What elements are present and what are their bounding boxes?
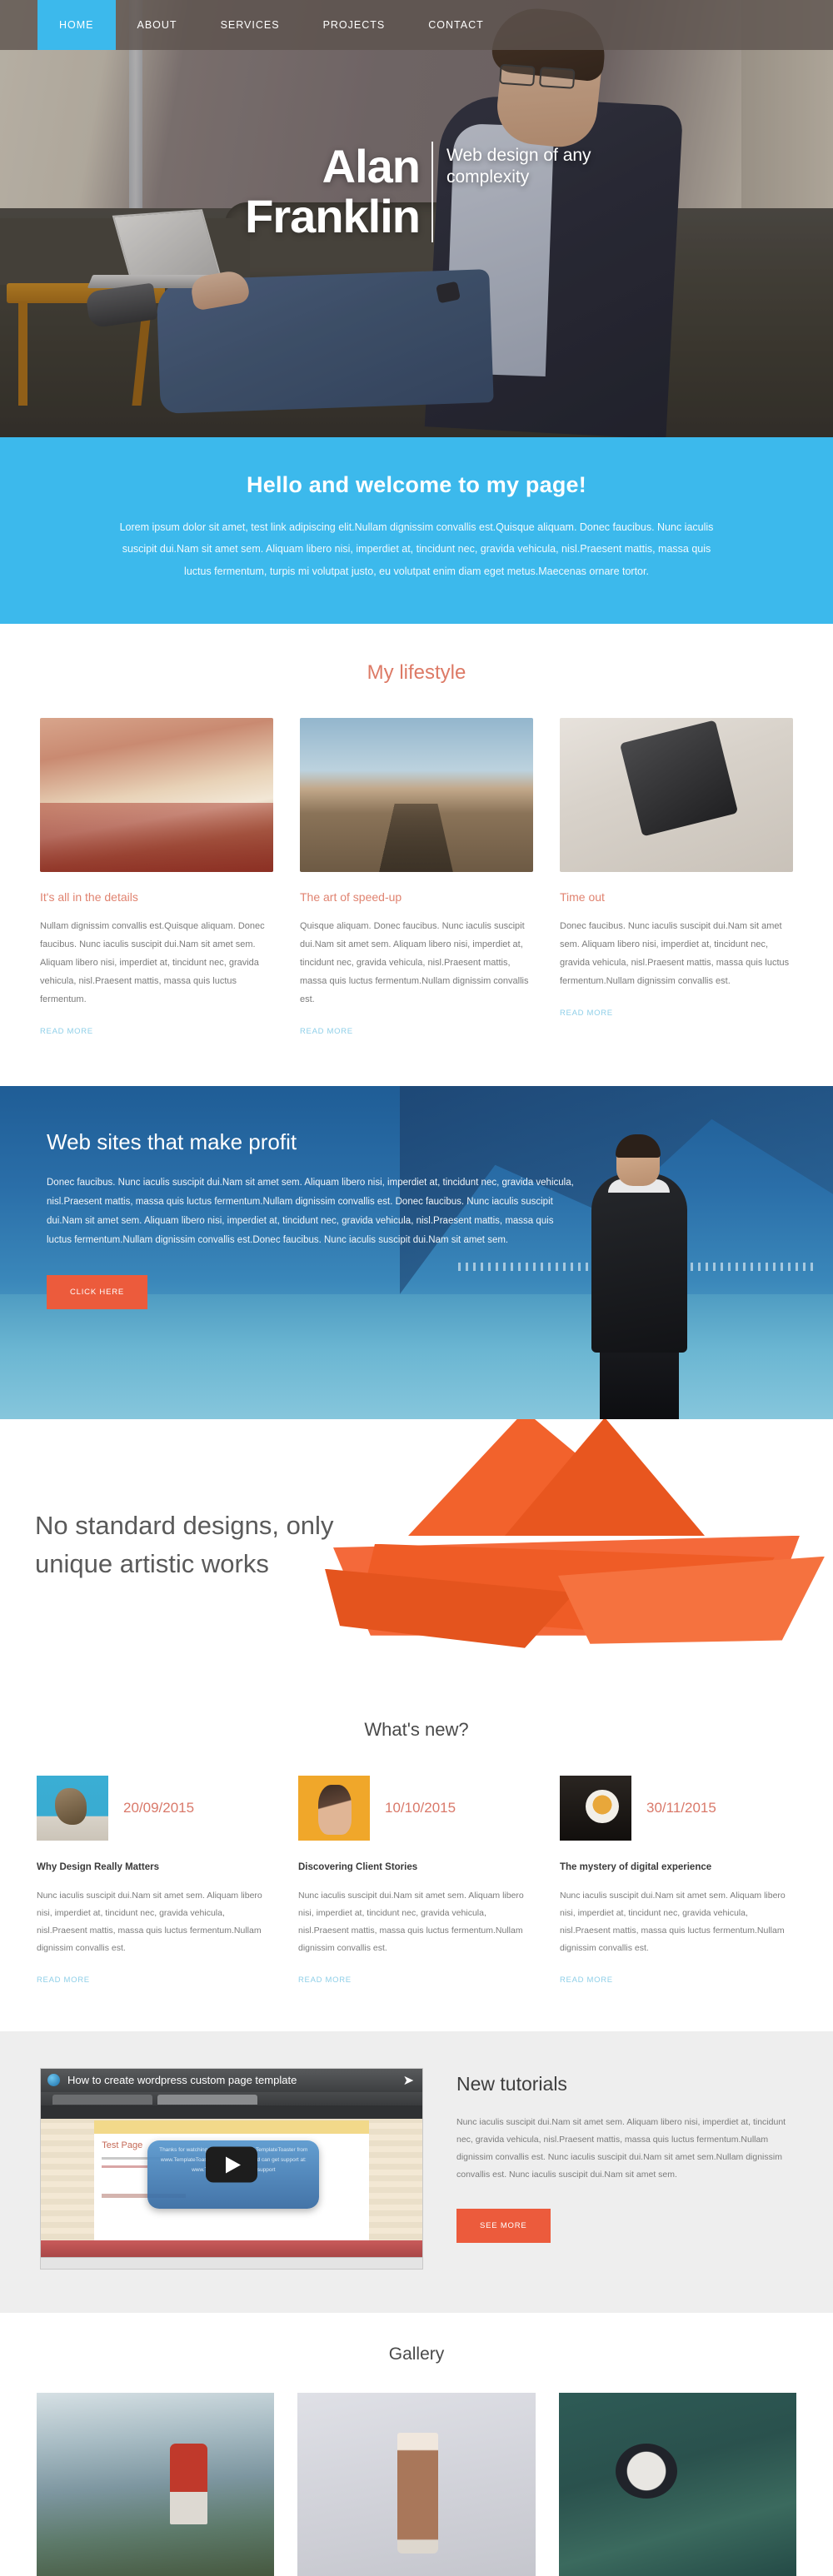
surprised-girl-image (298, 1775, 370, 1841)
news-post: 30/11/2015 The mystery of digital experi… (560, 1775, 796, 1986)
browser-globe-icon (47, 2073, 60, 2086)
welcome-heading: Hello and welcome to my page! (247, 472, 586, 497)
news-post-date: 20/09/2015 (123, 1799, 195, 1816)
browser-status-bar (41, 2256, 422, 2269)
news-post-body: Nunc iaculis suscipit dui.Nam sit amet s… (298, 1890, 524, 1953)
news-post-title: Discovering Client Stories (298, 1861, 418, 1872)
lifestyle-card: The art of speed-up Quisque aliquam. Don… (300, 717, 533, 1038)
origami-paper-boat-illustration (308, 1418, 833, 1694)
gallery-item-latte[interactable] (297, 2392, 536, 2576)
sparrow-bird-image (37, 1775, 108, 1841)
news-post-title: The mystery of digital experience (560, 1861, 712, 1872)
whats-new-title: What's new? (364, 1718, 469, 1740)
news-post-header: 10/10/2015 (298, 1775, 535, 1841)
video-title-bar: How to create wordpress custom page temp… (41, 2068, 422, 2092)
landing-page: HOME ABOUT SERVICES PROJECTS CONTACT Ala… (0, 0, 833, 2576)
news-read-more-link[interactable]: READ MORE (37, 1976, 90, 1985)
whats-new-post-list: 20/09/2015 Why Design Really Matters Nun… (0, 1775, 833, 2031)
gallery-title: Gallery (388, 2344, 445, 2364)
gallery-grid (0, 2392, 833, 2576)
lifestyle-card-body: Nullam dignissim convallis est.Quisque a… (40, 920, 265, 1004)
lifestyle-card: It's all in the details Nullam dignissim… (40, 717, 273, 1038)
nav-item-services[interactable]: SERVICES (199, 0, 302, 50)
gallery-section: Gallery (0, 2313, 833, 2576)
tutorials-content: New tutorials Nunc iaculis suscipit dui.… (456, 2068, 793, 2270)
share-icon: ➤ (402, 2073, 414, 2088)
lifestyle-read-more-link[interactable]: READ MORE (40, 1027, 93, 1036)
news-post-body: Nunc iaculis suscipit dui.Nam sit amet s… (37, 1890, 262, 1953)
main-navigation: HOME ABOUT SERVICES PROJECTS CONTACT (0, 0, 833, 50)
gallery-item-watch[interactable] (558, 2392, 796, 2576)
tutorials-body: Nunc iaculis suscipit dui.Nam sit amet s… (456, 2116, 786, 2180)
hero-tagline: Web design of any complexity (446, 146, 591, 187)
news-post-title: Why Design Really Matters (37, 1861, 159, 1872)
browser-tab-strip (41, 2091, 422, 2105)
profit-content: Web sites that make profit Donec faucibu… (0, 1086, 833, 1309)
whats-new-section: What's new? 20/09/2015 Why Design Really… (0, 1694, 833, 2031)
nav-item-projects[interactable]: PROJECTS (302, 0, 407, 50)
profit-body: Donec faucibus. Nunc iaculis suscipit du… (47, 1177, 574, 1245)
hero-name: Alan Franklin (192, 140, 433, 243)
profit-heading: Web sites that make profit (47, 1129, 297, 1154)
hero-caption: Alan Franklin Web design of any complexi… (0, 140, 833, 243)
tutorials-heading: New tutorials (456, 2072, 567, 2095)
lifestyle-read-more-link[interactable]: READ MORE (300, 1027, 353, 1036)
lifestyle-card-body: Quisque aliquam. Donec faucibus. Nunc ia… (300, 920, 529, 1004)
news-read-more-link[interactable]: READ MORE (298, 1976, 352, 1985)
play-button-icon[interactable] (206, 2146, 257, 2183)
welcome-body: Lorem ipsum dolor sit amet, test link ad… (119, 521, 714, 577)
smartphone-in-hand-image (560, 717, 793, 872)
lifestyle-read-more-link[interactable]: READ MORE (560, 1009, 613, 1018)
browser-toolbar (41, 2105, 422, 2119)
nav-item-about[interactable]: ABOUT (116, 0, 199, 50)
nav-left-spacer (0, 0, 37, 50)
lifestyle-card-title: It's all in the details (40, 889, 138, 904)
lifestyle-card-body: Donec faucibus. Nunc iaculis suscipit du… (560, 920, 790, 986)
tutorial-video-player[interactable]: How to create wordpress custom page temp… (40, 2067, 423, 2270)
lifestyle-card-title: Time out (560, 889, 605, 904)
nav-item-contact[interactable]: CONTACT (407, 0, 506, 50)
lifestyle-card-list: It's all in the details Nullam dignissim… (0, 717, 833, 1086)
coffee-cup-image (560, 1775, 631, 1841)
video-page-heading: Test Page (102, 2140, 143, 2150)
profit-banner: Web sites that make profit Donec faucibu… (0, 1085, 833, 1419)
video-title: How to create wordpress custom page temp… (67, 2074, 297, 2087)
nav-item-home[interactable]: HOME (37, 0, 116, 50)
see-more-button[interactable]: SEE MORE (456, 2208, 551, 2243)
tutorials-section: How to create wordpress custom page temp… (0, 2030, 833, 2313)
news-post-date: 10/10/2015 (385, 1799, 456, 1816)
video-page-footer (41, 2240, 422, 2257)
news-post-body: Nunc iaculis suscipit dui.Nam sit amet s… (560, 1890, 786, 1953)
unique-designs-section: No standard designs, only unique artisti… (0, 1418, 833, 1694)
hero-banner: Alan Franklin Web design of any complexi… (0, 0, 833, 437)
news-post-header: 30/11/2015 (560, 1775, 796, 1841)
railway-track-image (300, 717, 533, 872)
lifestyle-card-title: The art of speed-up (300, 889, 402, 904)
lifestyle-title: My lifestyle (367, 660, 466, 684)
click-here-button[interactable]: CLICK HERE (47, 1274, 148, 1309)
news-post-date: 30/11/2015 (646, 1799, 716, 1816)
welcome-section: Hello and welcome to my page! Lorem ipsu… (0, 437, 833, 624)
news-post: 10/10/2015 Discovering Client Stories Nu… (298, 1775, 535, 1986)
hero-name-last: Franklin (245, 190, 421, 243)
lifestyle-section: My lifestyle It's all in the details Nul… (0, 624, 833, 1086)
news-read-more-link[interactable]: READ MORE (560, 1976, 613, 1985)
hero-name-first: Alan (322, 140, 421, 192)
news-post: 20/09/2015 Why Design Really Matters Nun… (37, 1775, 273, 1986)
news-post-header: 20/09/2015 (37, 1775, 273, 1841)
lifestyle-card: Time out Donec faucibus. Nunc iaculis su… (560, 717, 793, 1038)
autumn-forest-path-image (40, 717, 273, 872)
gallery-item-hiker[interactable] (37, 2392, 275, 2576)
